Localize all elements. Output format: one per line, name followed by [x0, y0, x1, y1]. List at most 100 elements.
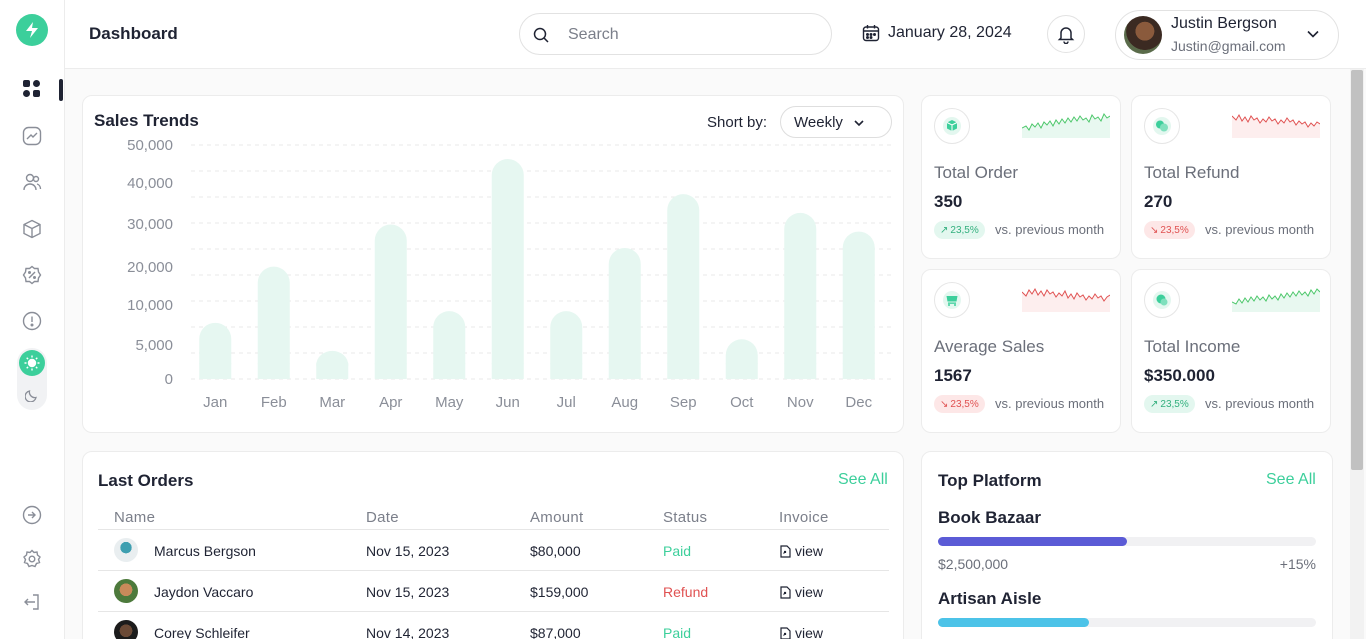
y-tick-label: 10,000: [127, 297, 173, 314]
avatar: [114, 579, 138, 603]
invoice-link[interactable]: view: [779, 543, 823, 559]
bell-icon: [1057, 26, 1075, 44]
cube-icon: [934, 108, 970, 144]
last-orders-title: Last Orders: [98, 471, 194, 490]
date-text: January 28, 2024: [888, 24, 1012, 41]
search-icon: [533, 27, 549, 43]
logout-icon[interactable]: [21, 591, 43, 613]
x-tick-label: Oct: [730, 394, 754, 411]
column-header-status[interactable]: Status: [663, 509, 707, 526]
chart-bar-base: [550, 363, 583, 379]
cart-icon: [934, 282, 970, 318]
user-profile-menu[interactable]: Justin Bergson Justin@gmail.com: [1115, 10, 1339, 60]
chevron-down-icon[interactable]: [1306, 27, 1320, 41]
sparkline-average-sales: [1022, 287, 1110, 312]
trend-up-icon: ↗: [940, 224, 949, 236]
chart-bar: [374, 224, 407, 379]
chart-bar: [257, 266, 290, 379]
sun-icon[interactable]: [19, 350, 45, 376]
chart-bar: [784, 212, 817, 379]
chevron-down-icon: [854, 120, 864, 127]
stat-card-total-refund[interactable]: Total Refund 270 ↘ 23,5% vs. previous mon…: [1131, 95, 1331, 259]
sort-value: Weekly: [794, 113, 843, 131]
order-name: Jaydon Vaccaro: [154, 584, 254, 600]
y-tick-label: 5,000: [135, 337, 173, 354]
lightning-logo-icon[interactable]: [16, 14, 48, 46]
y-tick-label: 50,000: [127, 137, 173, 154]
dashboard-icon[interactable]: [21, 78, 43, 100]
search-bar[interactable]: [519, 13, 832, 55]
x-tick-label: Mar: [319, 394, 345, 411]
chart-bar-base: [316, 363, 349, 379]
invoice-link[interactable]: view: [779, 625, 823, 639]
chart-bar: [491, 159, 524, 379]
column-header-invoice[interactable]: Invoice: [779, 509, 829, 526]
chart-bar: [667, 194, 700, 379]
top-platform-card: Top Platform See All Book Bazaar $2,500,…: [921, 451, 1333, 639]
chart-bar: [608, 247, 641, 379]
moon-icon[interactable]: [23, 386, 41, 404]
settings-icon[interactable]: [21, 548, 43, 570]
stat-value: 270: [1144, 192, 1173, 211]
chart-bar-base: [608, 363, 641, 379]
notification-button[interactable]: [1047, 15, 1085, 53]
platform-see-all-link[interactable]: See All: [1266, 471, 1316, 489]
last-orders-card: Last Orders See All Name Date Amount Sta…: [82, 451, 904, 639]
column-header-name[interactable]: Name: [114, 509, 155, 526]
invoice-link[interactable]: view: [779, 584, 823, 600]
order-name: Marcus Bergson: [154, 543, 256, 559]
page-title: Dashboard: [89, 24, 178, 43]
x-tick-label: Jan: [203, 394, 227, 411]
scrollbar-thumb[interactable]: [1351, 70, 1363, 470]
discount-icon[interactable]: [21, 264, 43, 286]
table-row[interactable]: Jaydon Vaccaro Nov 15, 2023 $159,000 Ref…: [98, 571, 889, 612]
stat-label: Total Income: [1144, 337, 1241, 356]
table-row[interactable]: Marcus Bergson Nov 15, 2023 $80,000 Paid…: [98, 530, 889, 571]
platform-amount: $2,500,000: [938, 556, 1009, 572]
sort-select[interactable]: Weekly: [780, 106, 892, 138]
stat-label: Total Order: [934, 163, 1019, 182]
y-tick-label: 20,000: [127, 259, 173, 276]
chart-bar-base: [667, 363, 700, 379]
platform-name: Book Bazaar: [938, 508, 1041, 527]
table-row[interactable]: Corey Schleifer Nov 14, 2023 $87,000 Pai…: [98, 612, 889, 639]
stat-value: $350.000: [1144, 366, 1215, 385]
order-amount: $159,000: [530, 584, 589, 600]
trend-down-icon: ↘: [1150, 224, 1159, 236]
chart-bar-base: [725, 363, 758, 379]
top-platform-title: Top Platform: [938, 471, 1042, 490]
platform-growth: +15%: [1279, 556, 1316, 572]
search-input[interactable]: [568, 24, 818, 46]
document-icon: [780, 626, 791, 639]
stat-card-average-sales[interactable]: Average Sales 1567 ↘ 23,5% vs. previous m…: [921, 269, 1121, 433]
stat-card-total-income[interactable]: Total Income $350.000 ↗ 23,5% vs. previou…: [1131, 269, 1331, 433]
top-header: Dashboard January 28, 2024 Justin Bergso…: [65, 0, 1366, 69]
sparkline-total-income: [1232, 288, 1320, 312]
order-date: Nov 15, 2023: [366, 584, 450, 600]
login-icon[interactable]: [21, 504, 43, 526]
box-icon[interactable]: [21, 218, 43, 240]
chart-bar-base: [257, 363, 290, 379]
user-name: Justin Bergson: [1171, 15, 1277, 32]
date-display[interactable]: January 28, 2024: [862, 24, 1012, 42]
trend-up-icon: ↗: [1150, 398, 1159, 410]
sort-label: Short by:: [707, 114, 768, 131]
chart-bar-base: [842, 363, 875, 379]
stat-card-total-order[interactable]: Total Order 350 ↗ 23,5% vs. previous mont…: [921, 95, 1121, 259]
column-header-amount[interactable]: Amount: [530, 509, 584, 526]
chart-bar-base: [491, 363, 524, 379]
active-nav-indicator: [59, 79, 63, 101]
orders-see-all-link[interactable]: See All: [838, 471, 888, 489]
analytics-icon[interactable]: [21, 125, 43, 147]
y-tick-label: 0: [165, 371, 173, 388]
theme-toggle[interactable]: [17, 348, 47, 410]
refund-icon: [1144, 108, 1180, 144]
trend-badge: ↘ 23,5%: [1144, 221, 1195, 239]
x-tick-label: Feb: [261, 394, 287, 411]
y-tick-label: 40,000: [127, 175, 173, 192]
sales-trends-card: 0 5,000 10,000 20,000 30,000 40,000 50,000 Jan F…: [82, 95, 904, 433]
users-icon[interactable]: [21, 171, 43, 193]
column-header-date[interactable]: Date: [366, 509, 399, 526]
trend-badge: ↗ 23,5%: [1144, 395, 1195, 413]
info-icon[interactable]: [21, 310, 43, 332]
